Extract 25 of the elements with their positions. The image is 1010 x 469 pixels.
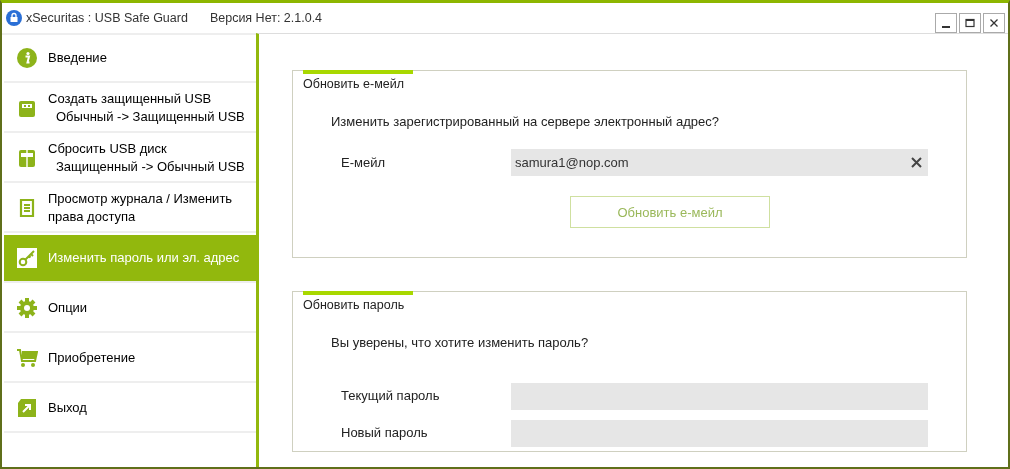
maximize-button[interactable] xyxy=(959,13,981,33)
cart-icon xyxy=(16,347,38,369)
field-label: Текущий пароль xyxy=(340,387,441,406)
input-field[interactable] xyxy=(511,419,928,447)
field-label: Е-мейл xyxy=(340,154,386,172)
input-field[interactable] xyxy=(511,382,928,410)
clear-icon[interactable] xyxy=(911,157,922,169)
minimize-button[interactable] xyxy=(935,13,957,33)
field-label: Новый пароль xyxy=(340,424,429,443)
close-icon xyxy=(989,18,999,28)
info-icon xyxy=(16,47,38,69)
padlock-icon xyxy=(6,10,22,26)
question-text: Вы уверены, что хотите изменить пароль? xyxy=(331,334,590,352)
minimize-icon xyxy=(942,26,950,28)
panel-title: Обновить пароль xyxy=(303,297,405,315)
close-button[interactable] xyxy=(983,13,1005,33)
gear-icon xyxy=(16,297,38,319)
key-icon xyxy=(16,247,38,269)
maximize-icon xyxy=(965,18,975,28)
usb-drive-icon xyxy=(16,147,38,169)
panel-title: Обновить е-мейл xyxy=(303,76,404,93)
version-label: Версия Нет: 2.1.0.4 xyxy=(209,9,323,27)
window-title: xSecuritas : USB Safe Guard xyxy=(26,9,188,27)
input-field[interactable]: samura1@nop.com xyxy=(511,149,928,177)
question-text: Изменить зарегистрированный на сервере электронный адрес? xyxy=(331,112,720,131)
